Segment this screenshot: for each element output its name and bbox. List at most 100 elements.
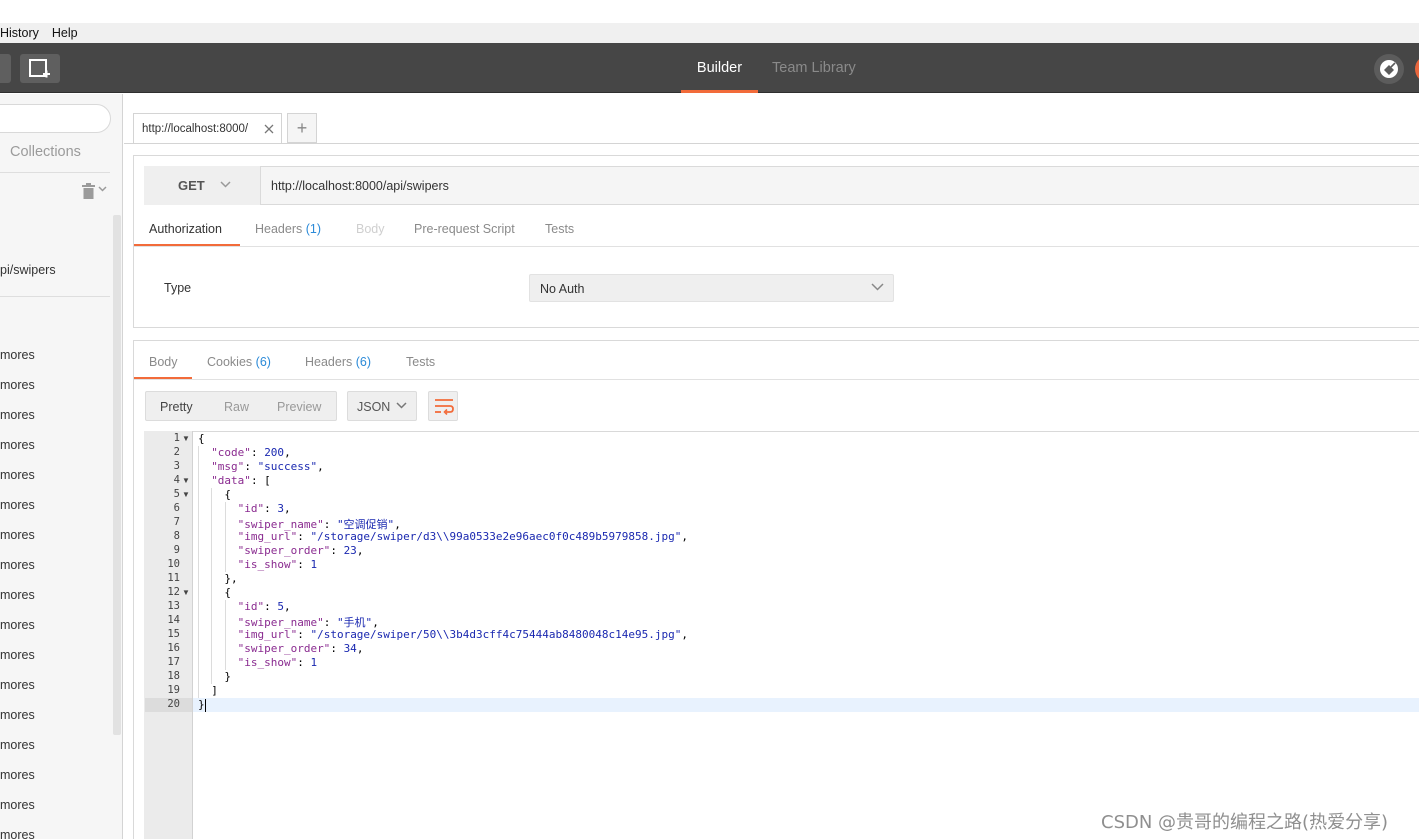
history-item[interactable]: mores [0, 708, 35, 722]
line-number: 12 [167, 586, 180, 598]
sidebar-scrollbar[interactable] [113, 215, 121, 735]
history-item[interactable]: mores [0, 798, 35, 812]
code-token: 200 [264, 446, 285, 459]
sidebar-tab-collections[interactable]: Collections [10, 144, 81, 160]
history-item[interactable]: mores [0, 378, 35, 392]
view-preview-button[interactable]: Preview [277, 400, 321, 414]
new-tab-button[interactable]: + [287, 113, 317, 143]
menu-help[interactable]: Help [52, 26, 78, 40]
request-tab-label: http://localhost:8000/ [142, 123, 249, 135]
code-token: , [356, 544, 364, 557]
code-line: "id": 3, [238, 502, 291, 515]
code-token: { [224, 488, 232, 501]
response-tab-cookies[interactable]: Cookies (6) [207, 355, 271, 369]
response-tab-cookies-label: Cookies [207, 355, 253, 369]
auth-type-value: No Auth [540, 282, 585, 296]
view-raw-button[interactable]: Raw [224, 400, 249, 414]
code-token: , [317, 460, 324, 473]
code-line: "is_show": 1 [238, 558, 317, 571]
line-number: 9 [173, 544, 180, 556]
new-window-icon [29, 59, 50, 78]
history-item[interactable]: mores [0, 618, 35, 632]
wrap-lines-icon [435, 399, 454, 415]
code-token: : [ [250, 474, 271, 487]
code-token: 3 [277, 502, 284, 515]
auth-type-select[interactable]: No Auth [529, 274, 894, 302]
line-number: 11 [167, 572, 180, 584]
text-cursor [205, 699, 206, 712]
response-tab-headers[interactable]: Headers (6) [305, 355, 371, 369]
history-item[interactable]: mores [0, 348, 35, 362]
chevron-down-icon[interactable] [98, 186, 107, 192]
history-item[interactable]: mores [0, 468, 35, 482]
code-token: "data" [211, 474, 251, 487]
code-token: , [681, 530, 688, 543]
sync-status-button[interactable] [1374, 54, 1404, 84]
fold-toggle-icon[interactable]: ▼ [182, 476, 190, 485]
history-item[interactable]: mores [0, 438, 35, 452]
request-tabs-bar [124, 94, 1419, 144]
history-item[interactable]: mores [0, 408, 35, 422]
tab-builder[interactable]: Builder [681, 43, 758, 93]
code-token: : [297, 628, 311, 641]
code-token: "msg" [211, 460, 245, 473]
line-number: 2 [173, 446, 180, 458]
chevron-down-icon [871, 283, 884, 291]
code-token: "swiper_order" [237, 544, 331, 557]
code-line: "is_show": 1 [238, 656, 317, 669]
tab-headers[interactable]: Headers (1) [255, 222, 321, 236]
code-token: , [284, 446, 291, 459]
view-pretty-button[interactable]: Pretty [160, 400, 193, 414]
code-line: { [198, 432, 205, 445]
history-item[interactable]: mores [0, 558, 35, 572]
request-tab[interactable]: http://localhost:8000/ [133, 113, 282, 143]
tab-tests[interactable]: Tests [545, 222, 574, 236]
fold-toggle-icon[interactable]: ▼ [182, 434, 190, 443]
code-line: } [224, 670, 231, 683]
code-token: : [297, 656, 311, 669]
code-token: 1 [310, 558, 318, 571]
new-window-button[interactable] [20, 54, 60, 83]
history-item[interactable]: mores [0, 828, 35, 839]
line-number: 18 [167, 670, 180, 682]
active-line-highlight [193, 698, 1419, 712]
sidebar-search-input[interactable] [0, 104, 111, 133]
tabs-divider [134, 246, 1419, 247]
code-token: ] [211, 684, 218, 697]
url-input[interactable]: http://localhost:8000/api/swipers [271, 179, 449, 193]
tabs-divider [134, 379, 1419, 380]
menu-bar: History Help [0, 23, 1419, 43]
history-item[interactable]: mores [0, 738, 35, 752]
menu-history[interactable]: History [0, 26, 39, 40]
trash-icon[interactable] [82, 183, 95, 199]
response-tab-tests[interactable]: Tests [406, 355, 435, 369]
tab-pre-request-script[interactable]: Pre-request Script [414, 222, 515, 236]
history-item[interactable]: mores [0, 528, 35, 542]
code-token: "img_url" [237, 628, 298, 641]
tab-team-library[interactable]: Team Library [772, 43, 856, 93]
fold-toggle-icon[interactable]: ▼ [182, 490, 190, 499]
history-item[interactable]: mores [0, 678, 35, 692]
satellite-icon [1380, 60, 1398, 78]
code-token: "swiper_order" [237, 642, 331, 655]
line-number: 17 [167, 656, 180, 668]
sidebar-toggle-button[interactable] [0, 54, 11, 83]
history-item[interactable]: mores [0, 498, 35, 512]
close-icon[interactable] [264, 124, 274, 134]
wrap-lines-button[interactable] [428, 391, 458, 421]
method-label: GET [178, 178, 205, 193]
code-line: { [224, 586, 231, 599]
code-token: "img_url" [237, 530, 298, 543]
response-tab-body[interactable]: Body [149, 355, 178, 369]
chevron-down-icon [396, 402, 407, 409]
history-item[interactable]: pi/swipers [0, 263, 56, 277]
code-token: : [330, 544, 344, 557]
method-select[interactable]: GET [144, 166, 261, 205]
history-item[interactable]: mores [0, 588, 35, 602]
format-select[interactable]: JSON [347, 391, 417, 421]
history-item[interactable]: mores [0, 768, 35, 782]
code-token: , [283, 600, 291, 613]
fold-toggle-icon[interactable]: ▼ [182, 588, 190, 597]
history-item[interactable]: mores [0, 648, 35, 662]
tab-authorization[interactable]: Authorization [149, 222, 222, 236]
